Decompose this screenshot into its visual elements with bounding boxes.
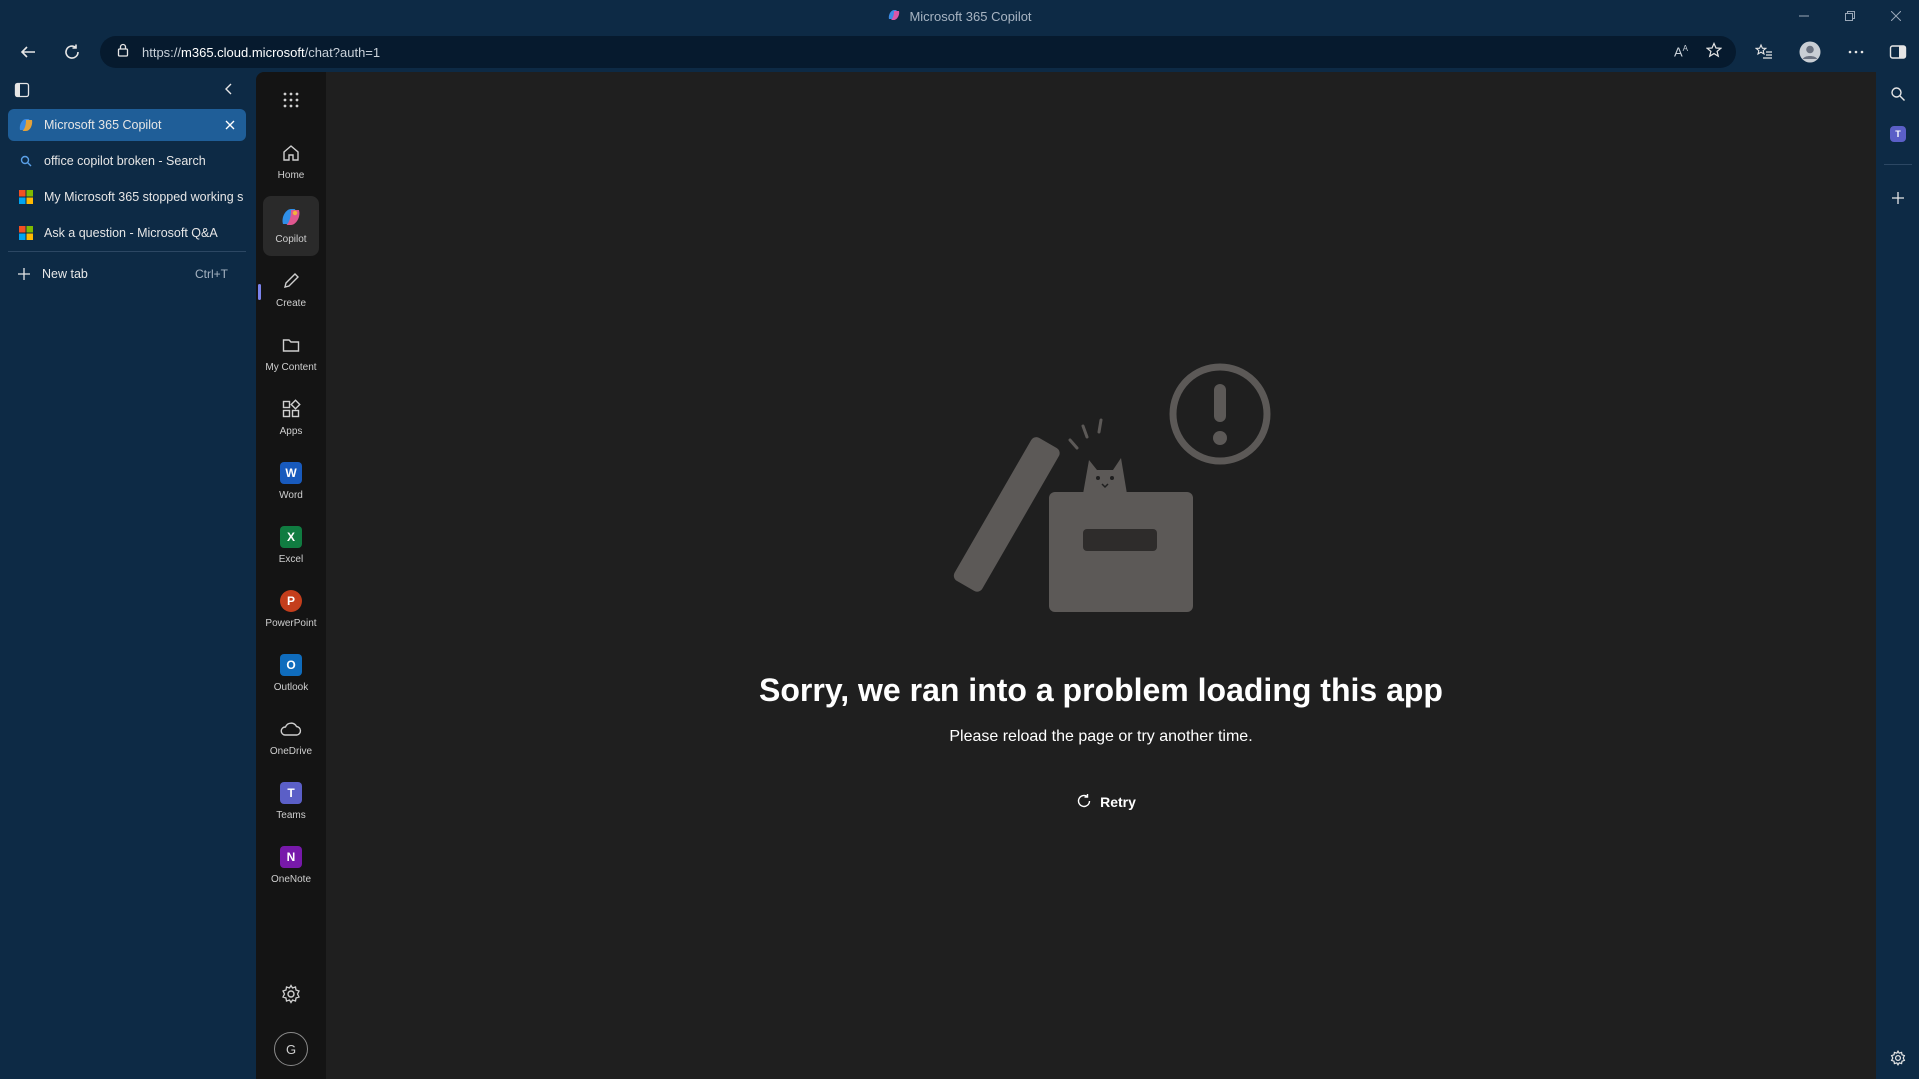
close-tab-icon[interactable]: [222, 117, 238, 133]
error-illustration: [931, 362, 1271, 627]
refresh-button[interactable]: [56, 36, 88, 68]
favorites-list-icon: [1755, 43, 1772, 59]
search-icon: [18, 153, 34, 169]
copilot-icon: [18, 117, 34, 133]
profile-avatar-icon: [1799, 41, 1821, 63]
rail-item-onedrive[interactable]: OneDrive: [263, 708, 319, 768]
restore-button[interactable]: [1827, 0, 1873, 32]
onenote-icon: N: [278, 844, 304, 870]
cloud-icon: [278, 716, 304, 742]
more-menu-button[interactable]: [1840, 36, 1872, 68]
rail-item-onenote[interactable]: N OneNote: [263, 836, 319, 896]
rail-item-word[interactable]: W Word: [263, 452, 319, 512]
teams-icon: T: [278, 780, 304, 806]
back-arrow-icon: [20, 46, 35, 58]
sidebar-settings-gear-icon[interactable]: [1882, 1042, 1914, 1074]
cat-in-box-illustration: [953, 363, 1271, 612]
close-window-button[interactable]: [1873, 0, 1919, 32]
new-tab-button[interactable]: New tab Ctrl+T: [8, 258, 246, 290]
minimize-button[interactable]: [1781, 0, 1827, 32]
tab-office-copilot-search[interactable]: office copilot broken - Search: [8, 145, 246, 177]
rail-item-apps[interactable]: Apps: [263, 388, 319, 448]
refresh-icon: [65, 44, 79, 59]
copilot-icon: [887, 8, 901, 25]
navigation-bar: https://m365.cloud.microsoft/chat?auth=1…: [0, 34, 1919, 70]
account-avatar[interactable]: G: [274, 1032, 308, 1066]
home-icon: [278, 140, 304, 166]
tab-microsoft-365-copilot[interactable]: Microsoft 365 Copilot: [8, 109, 246, 141]
rail-item-outlook[interactable]: O Outlook: [263, 644, 319, 704]
tab-ask-a-question[interactable]: Ask a question - Microsoft Q&A: [8, 217, 246, 249]
main-content: Sorry, we ran into a problem loading thi…: [326, 72, 1876, 1079]
copilot-icon: [278, 204, 304, 230]
pencil-icon: [278, 268, 304, 294]
sidebar-toggle-button[interactable]: [1882, 36, 1914, 68]
browser-side-bar: T: [1876, 72, 1919, 1079]
rail-item-home[interactable]: Home: [263, 132, 319, 192]
window-title: Microsoft 365 Copilot: [887, 8, 1032, 25]
back-button[interactable]: [12, 36, 44, 68]
tab-actions-icon[interactable]: [14, 82, 30, 103]
vertical-tabs-panel: Microsoft 365 Copilot office copilot bro…: [0, 72, 256, 1079]
favorites-button[interactable]: [1748, 36, 1780, 68]
favorite-star-icon[interactable]: [1705, 41, 1723, 63]
tabs-divider: [8, 251, 246, 252]
title-bar: Microsoft 365 Copilot: [0, 0, 1919, 32]
outlook-icon: O: [278, 652, 304, 678]
folder-icon: [278, 332, 304, 358]
app-rail: Home Copilot Create My Content Apps W Wo…: [256, 72, 326, 1079]
read-aloud-icon[interactable]: AA: [1674, 44, 1688, 59]
error-title: Sorry, we ran into a problem loading thi…: [759, 672, 1443, 708]
rail-item-excel[interactable]: X Excel: [263, 516, 319, 576]
plus-icon: [16, 266, 32, 282]
sidebar-search-icon[interactable]: [1882, 78, 1914, 110]
error-subtitle: Please reload the page or try another ti…: [949, 728, 1253, 745]
app-launcher-waffle-icon[interactable]: [277, 86, 305, 114]
rail-item-powerpoint[interactable]: P PowerPoint: [263, 580, 319, 640]
profile-button[interactable]: [1794, 36, 1826, 68]
excel-icon: X: [278, 524, 304, 550]
rail-active-indicator: [258, 284, 261, 300]
word-icon: W: [278, 460, 304, 486]
settings-gear-icon[interactable]: [277, 980, 305, 1008]
rail-item-copilot[interactable]: Copilot: [263, 196, 319, 256]
apps-icon: [278, 396, 304, 422]
refresh-icon: [1076, 793, 1092, 812]
tab-microsoft-365-stopped-working[interactable]: My Microsoft 365 stopped working s: [8, 181, 246, 213]
collapse-tabs-icon[interactable]: [222, 82, 236, 101]
sidebar-divider: [1884, 164, 1912, 165]
address-bar[interactable]: https://m365.cloud.microsoft/chat?auth=1…: [100, 36, 1736, 68]
sidebar-panel-icon: [1889, 45, 1907, 59]
sidebar-add-icon[interactable]: [1882, 182, 1914, 214]
more-dots-icon: [1848, 50, 1864, 54]
lock-icon[interactable]: [116, 43, 130, 62]
sidebar-teams-icon[interactable]: T: [1882, 118, 1914, 150]
rail-item-teams[interactable]: T Teams: [263, 772, 319, 832]
microsoft-logo-icon: [18, 225, 34, 241]
url-text[interactable]: https://m365.cloud.microsoft/chat?auth=1: [142, 45, 380, 60]
powerpoint-icon: P: [278, 588, 304, 614]
microsoft-logo-icon: [18, 189, 34, 205]
rail-item-my-content[interactable]: My Content: [263, 324, 319, 384]
retry-button[interactable]: Retry: [1066, 786, 1146, 818]
rail-item-create[interactable]: Create: [263, 260, 319, 320]
